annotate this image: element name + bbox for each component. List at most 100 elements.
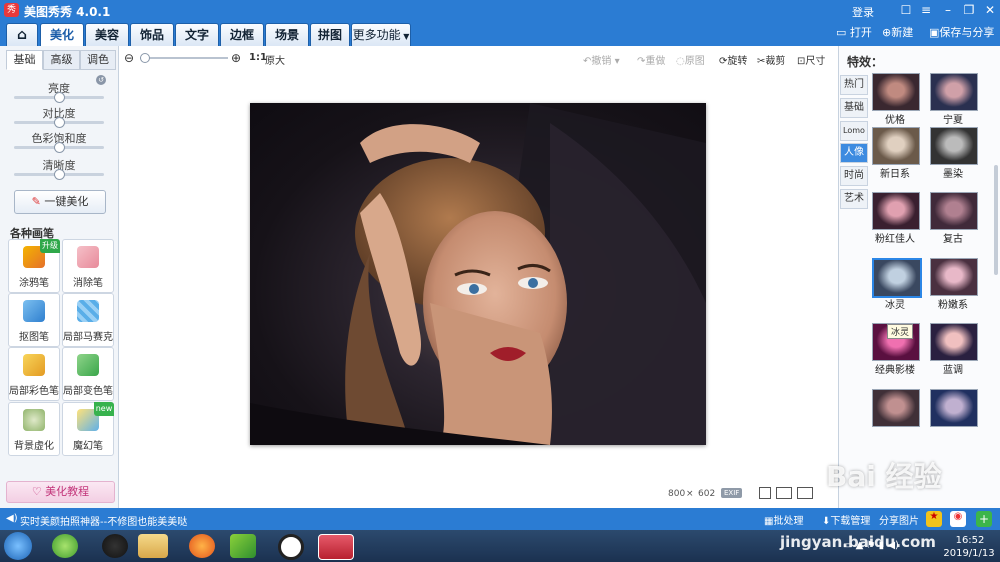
eraser-icon (77, 246, 99, 268)
category-basic[interactable]: 基础 (840, 98, 868, 118)
eraser-brush-label: 消除笔 (73, 278, 103, 289)
new-button[interactable]: ⊕新建 (882, 24, 913, 42)
image-height: 602 (698, 489, 716, 499)
magic-brush-button[interactable]: new 魔幻笔 (62, 402, 114, 456)
category-portrait[interactable]: 人像 (840, 143, 868, 163)
effect-thumbnail[interactable] (872, 192, 920, 230)
zoom-slider-knob[interactable] (140, 53, 150, 63)
file-explorer-icon[interactable] (138, 534, 168, 558)
effect-thumbnail[interactable] (930, 73, 978, 111)
saturation-slider[interactable] (14, 142, 104, 153)
settings-icon[interactable]: ≡ (918, 2, 934, 18)
effect-thumbnail[interactable] (872, 258, 922, 298)
share-button[interactable]: 分享图片 (879, 512, 919, 527)
subtab-color[interactable]: 调色 (80, 50, 116, 70)
one-click-beautify-button[interactable]: ✎ 一键美化 (14, 190, 106, 214)
magic-brush-label: 魔幻笔 (73, 441, 103, 452)
subtab-advanced[interactable]: 高级 (43, 50, 80, 70)
portrait-illustration (250, 103, 706, 445)
effect-thumbnail[interactable] (930, 389, 978, 427)
resize-button[interactable]: ⊡尺寸 (797, 52, 825, 67)
effect-thumbnail[interactable] (930, 127, 978, 165)
local-color-brush-button[interactable]: 局部彩色笔 (8, 347, 60, 401)
background-blur-button[interactable]: 背景虚化 (8, 402, 60, 456)
save-share-button[interactable]: ▣保存与分享 (929, 24, 994, 42)
split-view-icon[interactable] (776, 487, 792, 499)
video-player-icon[interactable] (230, 534, 256, 558)
rotate-button[interactable]: ⟳旋转 (719, 52, 747, 67)
zoom-out-icon[interactable]: ⊖ (124, 51, 134, 65)
home-tab[interactable]: ⌂ (6, 23, 38, 46)
feedback-icon[interactable]: ☐ (898, 2, 914, 18)
tutorial-button[interactable]: ♡ 美化教程 (6, 481, 115, 503)
mosaic-brush-button[interactable]: 局部马赛克 (62, 293, 114, 347)
subtab-basic[interactable]: 基础 (6, 50, 43, 70)
effects-title: 特效： (847, 55, 884, 69)
start-button[interactable] (4, 532, 32, 560)
tab-beauty[interactable]: 美容 (85, 23, 129, 46)
brightness-slider[interactable] (14, 92, 104, 103)
add-icon[interactable]: + (976, 511, 992, 527)
redo-button[interactable]: ↷重做 (637, 52, 665, 67)
tab-border[interactable]: 边框 (220, 23, 264, 46)
category-lomo[interactable]: Lomo (840, 121, 868, 141)
star-icon[interactable]: ★ (926, 511, 942, 527)
batch-button[interactable]: ▦批处理 (764, 512, 803, 527)
effect-thumbnail[interactable] (872, 73, 920, 111)
record-icon[interactable] (278, 534, 304, 560)
chevron-down-icon: ▼ (400, 32, 410, 41)
tab-scene[interactable]: 场景 (265, 23, 309, 46)
open-button[interactable]: ▭ 打开 (836, 24, 872, 42)
clock-date[interactable]: 2019/1/13 (940, 548, 998, 559)
effect-thumbnail[interactable] (930, 192, 978, 230)
doodle-brush-button[interactable]: 升级 涂鸦笔 (8, 239, 60, 293)
exif-button[interactable]: EXIF (721, 488, 743, 498)
fullscreen-icon[interactable] (797, 487, 813, 499)
effect-thumbnail[interactable] (930, 323, 978, 361)
close-button[interactable]: ✕ (982, 2, 998, 18)
zoom-slider[interactable] (140, 53, 228, 63)
tab-text[interactable]: 文字 (175, 23, 219, 46)
undo-button[interactable]: ↶撤销 ▾ (583, 52, 620, 67)
portrait-photo[interactable] (250, 103, 706, 445)
rotate-label: 旋转 (727, 56, 748, 67)
qq-icon[interactable] (102, 534, 128, 558)
sharpness-slider[interactable] (14, 169, 104, 180)
contrast-slider[interactable] (14, 117, 104, 128)
dimension-separator: × (686, 489, 694, 499)
crop-button[interactable]: ✂裁剪 (757, 52, 785, 67)
firefox-icon[interactable] (189, 534, 215, 558)
brightness-slider-knob[interactable] (54, 92, 65, 103)
cutout-brush-button[interactable]: 抠图笔 (8, 293, 60, 347)
eraser-brush-button[interactable]: 消除笔 (62, 239, 114, 293)
effect-thumbnail[interactable] (872, 127, 920, 165)
tab-beautify[interactable]: 美化 (40, 23, 84, 46)
maximize-button[interactable]: ❐ (961, 2, 977, 18)
original-size-button[interactable]: 原大 (265, 52, 285, 67)
restore-button[interactable]: ◌原图 (676, 52, 705, 67)
category-art[interactable]: 艺术 (840, 189, 868, 209)
contrast-slider-knob[interactable] (54, 117, 65, 128)
360-browser-icon[interactable] (52, 534, 78, 558)
tab-more-features[interactable]: 更多功能 ▼ (351, 23, 411, 46)
category-fashion[interactable]: 时尚 (840, 166, 868, 186)
local-recolor-brush-button[interactable]: 局部变色笔 (62, 347, 114, 401)
clock-time[interactable]: 16:52 (950, 535, 990, 546)
sharpness-slider-knob[interactable] (54, 169, 65, 180)
category-hot[interactable]: 热门 (840, 75, 868, 95)
tab-accessories[interactable]: 饰品 (130, 23, 174, 46)
minimize-button[interactable]: – (940, 2, 956, 18)
status-message[interactable]: 实时美颜拍照神器--不修图也能美美哒 (20, 513, 187, 528)
effect-thumbnail[interactable] (872, 389, 920, 427)
weibo-icon[interactable]: ◉ (950, 511, 966, 527)
download-button[interactable]: ⬇下载管理 (822, 512, 870, 527)
saturation-slider-knob[interactable] (54, 142, 65, 153)
image-width: 800 (668, 489, 686, 499)
compare-view-icon[interactable] (759, 487, 771, 499)
effects-scrollbar[interactable] (994, 165, 998, 275)
tab-collage[interactable]: 拼图 (310, 23, 350, 46)
zoom-in-icon[interactable]: ⊕ (231, 51, 241, 65)
effect-thumbnail[interactable] (930, 258, 978, 296)
login-link[interactable]: 登录 (852, 4, 874, 20)
meitu-taskbar-icon[interactable] (318, 534, 354, 560)
